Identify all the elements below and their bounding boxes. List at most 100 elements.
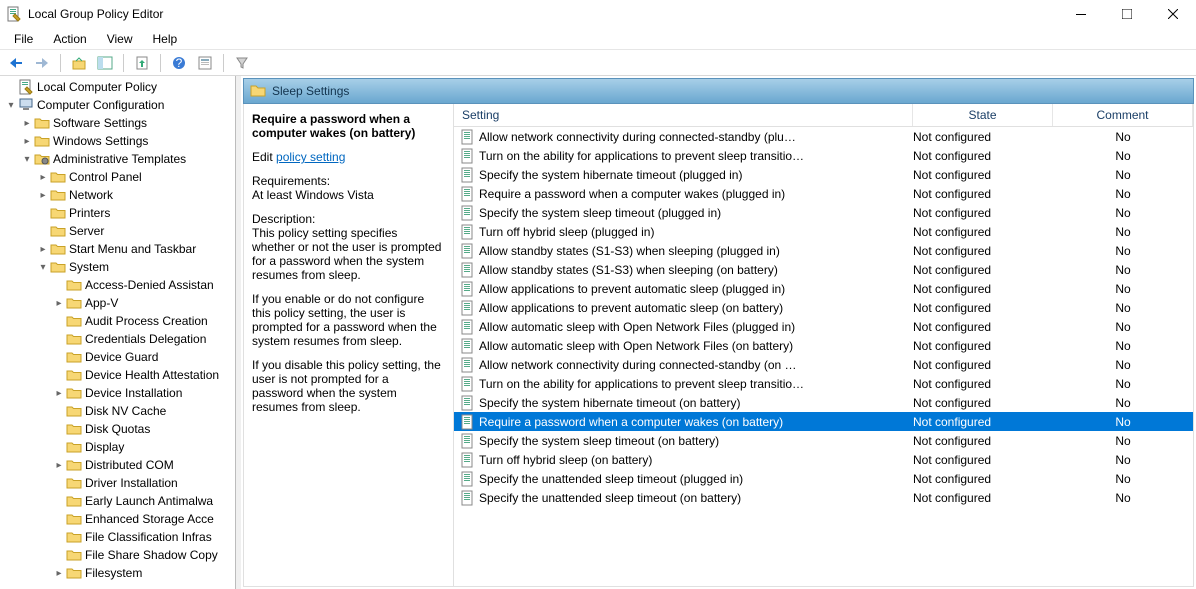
tree-system-driver-installation[interactable]: Driver Installation: [0, 474, 235, 492]
policy-icon: [460, 205, 476, 221]
tree-system-file-share-shadow-copy[interactable]: File Share Shadow Copy: [0, 546, 235, 564]
tree-system-device-guard[interactable]: Device Guard: [0, 348, 235, 366]
setting-row[interactable]: Specify the unattended sleep timeout (on…: [454, 488, 1193, 507]
setting-row[interactable]: Specify the system hibernate timeout (on…: [454, 393, 1193, 412]
setting-row[interactable]: Turn off hybrid sleep (plugged in)Not co…: [454, 222, 1193, 241]
detail-desc-p1: This policy setting specifies whether or…: [252, 226, 441, 282]
tree-pane[interactable]: Local Computer Policy▾Computer Configura…: [0, 76, 236, 589]
tree-start-menu-taskbar[interactable]: ▸Start Menu and Taskbar: [0, 240, 235, 258]
tree-system-display[interactable]: Display: [0, 438, 235, 456]
content-title: Sleep Settings: [272, 84, 349, 98]
tree-label: Network: [69, 188, 113, 202]
maximize-button[interactable]: [1104, 0, 1150, 28]
tree-system-file-classification-infras[interactable]: File Classification Infras: [0, 528, 235, 546]
setting-state: Not configured: [913, 453, 1053, 467]
tree-server[interactable]: Server: [0, 222, 235, 240]
tree-system-access-denied-assistan[interactable]: Access-Denied Assistan: [0, 276, 235, 294]
help-button[interactable]: ?: [167, 52, 191, 74]
detail-desc-label: Description:: [252, 212, 315, 226]
menu-file[interactable]: File: [4, 30, 43, 48]
setting-row[interactable]: Specify the system sleep timeout (plugge…: [454, 203, 1193, 222]
tree-system-disk-quotas[interactable]: Disk Quotas: [0, 420, 235, 438]
tree-twisty[interactable]: ▸: [20, 136, 34, 147]
tree-label: Distributed COM: [85, 458, 174, 472]
tree-root[interactable]: Local Computer Policy: [0, 78, 235, 96]
setting-row[interactable]: Allow applications to prevent automatic …: [454, 279, 1193, 298]
tree-twisty[interactable]: ▾: [20, 154, 34, 165]
setting-row[interactable]: Allow automatic sleep with Open Network …: [454, 317, 1193, 336]
tree-administrative-templates[interactable]: ▾Administrative Templates: [0, 150, 235, 168]
tree-icon: [66, 493, 82, 509]
settings-list[interactable]: Setting State Comment Allow network conn…: [454, 104, 1193, 586]
setting-row[interactable]: Turn on the ability for applications to …: [454, 146, 1193, 165]
setting-state: Not configured: [913, 263, 1053, 277]
menu-action[interactable]: Action: [43, 30, 96, 48]
tree-system-early-launch-antimalwa[interactable]: Early Launch Antimalwa: [0, 492, 235, 510]
setting-row[interactable]: Allow standby states (S1-S3) when sleepi…: [454, 260, 1193, 279]
tree-network[interactable]: ▸ Network: [0, 186, 235, 204]
tree-system-disk-nv-cache[interactable]: Disk NV Cache: [0, 402, 235, 420]
properties-button[interactable]: [193, 52, 217, 74]
tree-computer-configuration[interactable]: ▾Computer Configuration: [0, 96, 235, 114]
tree-twisty[interactable]: ▾: [4, 100, 18, 111]
col-setting[interactable]: Setting: [454, 104, 913, 126]
tree-label: Control Panel: [69, 170, 142, 184]
show-hide-tree-button[interactable]: [93, 52, 117, 74]
close-button[interactable]: [1150, 0, 1196, 28]
menu-view[interactable]: View: [97, 30, 143, 48]
export-button[interactable]: [130, 52, 154, 74]
tree-system-audit-process-creation[interactable]: Audit Process Creation: [0, 312, 235, 330]
tree-software-settings[interactable]: ▸Software Settings: [0, 114, 235, 132]
tree-system-enhanced-storage-acce[interactable]: Enhanced Storage Acce: [0, 510, 235, 528]
tree-system-device-health-attestation[interactable]: Device Health Attestation: [0, 366, 235, 384]
setting-row[interactable]: Allow network connectivity during connec…: [454, 127, 1193, 146]
toolbar-separator: [123, 54, 124, 72]
tree-control-panel[interactable]: ▸ Control Panel: [0, 168, 235, 186]
tree-label: Audit Process Creation: [85, 314, 208, 328]
tree-printers[interactable]: Printers: [0, 204, 235, 222]
tree-system-credentials-delegation[interactable]: Credentials Delegation: [0, 330, 235, 348]
tree-twisty[interactable]: ▾: [36, 262, 50, 273]
filter-button[interactable]: [230, 52, 254, 74]
menu-help[interactable]: Help: [143, 30, 188, 48]
setting-row[interactable]: Specify the system hibernate timeout (pl…: [454, 165, 1193, 184]
setting-row[interactable]: Allow standby states (S1-S3) when sleepi…: [454, 241, 1193, 260]
policy-icon: [460, 490, 476, 506]
tree-twisty[interactable]: ▸: [52, 460, 66, 471]
setting-name: Allow network connectivity during connec…: [479, 130, 913, 144]
tree-twisty[interactable]: ▸: [52, 568, 66, 579]
tree-twisty[interactable]: ▸: [36, 244, 50, 255]
setting-row[interactable]: Require a password when a computer wakes…: [454, 184, 1193, 203]
tree-icon: [34, 133, 50, 149]
tree-twisty[interactable]: ▸: [52, 388, 66, 399]
tree-icon: [66, 367, 82, 383]
setting-row[interactable]: Allow applications to prevent automatic …: [454, 298, 1193, 317]
tree-system[interactable]: ▾System: [0, 258, 235, 276]
back-button[interactable]: [4, 52, 28, 74]
tree-system-distributed-com[interactable]: ▸ Distributed COM: [0, 456, 235, 474]
setting-name: Specify the unattended sleep timeout (pl…: [479, 472, 913, 486]
setting-row[interactable]: Specify the unattended sleep timeout (pl…: [454, 469, 1193, 488]
col-state[interactable]: State: [913, 104, 1053, 126]
forward-button[interactable]: [30, 52, 54, 74]
setting-row[interactable]: Turn on the ability for applications to …: [454, 374, 1193, 393]
col-comment[interactable]: Comment: [1053, 104, 1193, 126]
up-button[interactable]: [67, 52, 91, 74]
tree-label: File Share Shadow Copy: [85, 548, 218, 562]
edit-policy-link[interactable]: policy setting: [276, 150, 345, 164]
setting-row[interactable]: Allow network connectivity during connec…: [454, 355, 1193, 374]
tree-windows-settings[interactable]: ▸Windows Settings: [0, 132, 235, 150]
tree-system-filesystem[interactable]: ▸Filesystem: [0, 564, 235, 582]
setting-row[interactable]: Require a password when a computer wakes…: [454, 412, 1193, 431]
tree-twisty[interactable]: ▸: [20, 118, 34, 129]
tree-label: Disk Quotas: [85, 422, 150, 436]
minimize-button[interactable]: [1058, 0, 1104, 28]
setting-row[interactable]: Allow automatic sleep with Open Network …: [454, 336, 1193, 355]
tree-twisty[interactable]: ▸: [36, 172, 50, 183]
tree-system-device-installation[interactable]: ▸Device Installation: [0, 384, 235, 402]
tree-system-app-v[interactable]: ▸App-V: [0, 294, 235, 312]
setting-row[interactable]: Specify the system sleep timeout (on bat…: [454, 431, 1193, 450]
tree-twisty[interactable]: ▸: [36, 190, 50, 201]
setting-row[interactable]: Turn off hybrid sleep (on battery)Not co…: [454, 450, 1193, 469]
tree-twisty[interactable]: ▸: [52, 298, 66, 309]
